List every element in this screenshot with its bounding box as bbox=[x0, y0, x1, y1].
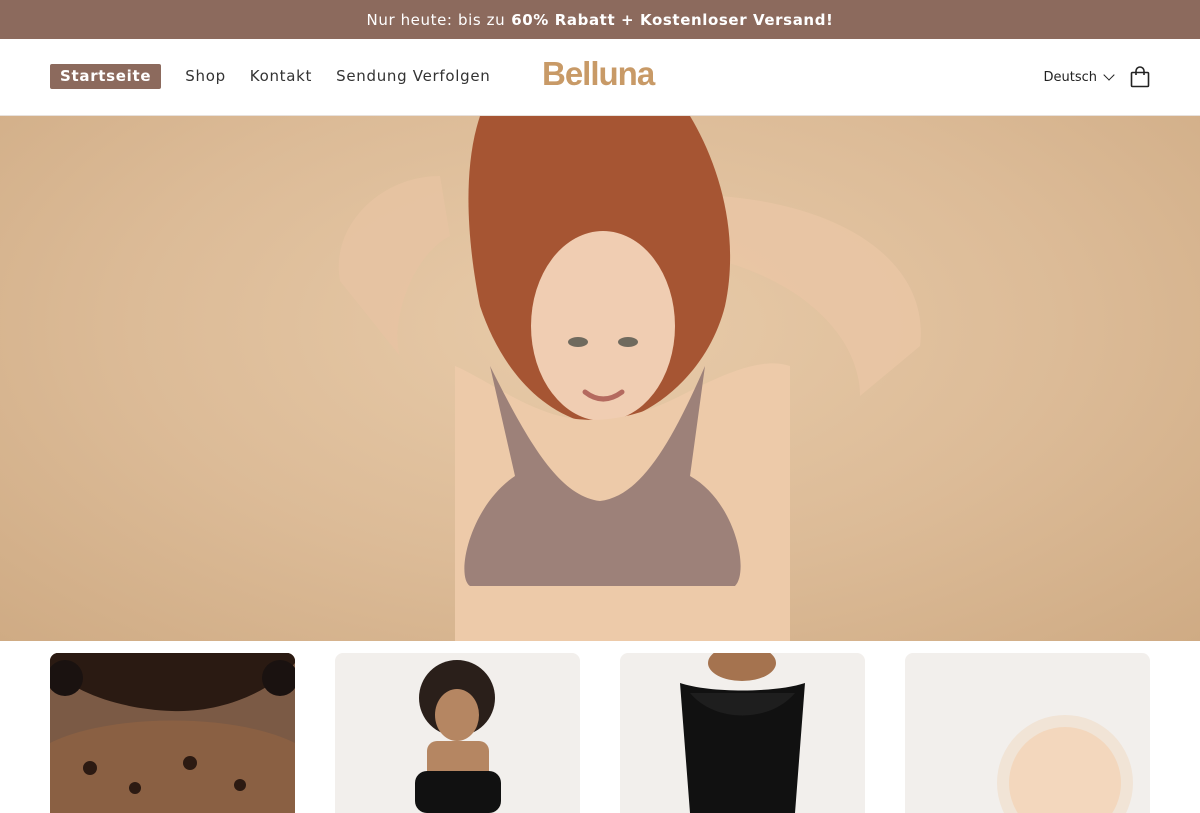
main-navigation: Startseite Shop Kontakt Sendung Verfolge… bbox=[50, 64, 514, 89]
product-cards bbox=[50, 653, 1190, 813]
product-card-3[interactable] bbox=[620, 653, 865, 813]
chevron-down-icon bbox=[1103, 69, 1115, 81]
product-card-4[interactable] bbox=[905, 653, 1150, 813]
shopping-bag-icon[interactable] bbox=[1130, 66, 1150, 88]
eye-left bbox=[568, 337, 588, 347]
product-image-leopard-bra bbox=[50, 653, 295, 813]
language-label: Deutsch bbox=[1043, 70, 1097, 85]
hero-model-image bbox=[338, 116, 921, 641]
product-card-2[interactable] bbox=[335, 653, 580, 813]
raised-arm-left bbox=[338, 176, 450, 356]
product-image-black-bra bbox=[415, 660, 501, 813]
language-selector[interactable]: Deutsch bbox=[1043, 69, 1115, 85]
nav-item-contact[interactable]: Kontakt bbox=[250, 64, 312, 89]
product-card-1[interactable] bbox=[50, 653, 295, 813]
nav-item-shop[interactable]: Shop bbox=[185, 64, 226, 89]
hero-banner[interactable] bbox=[0, 116, 1200, 641]
product-image-black-shapewear bbox=[680, 653, 805, 813]
nav-item-track-order[interactable]: Sendung Verfolgen bbox=[336, 64, 490, 89]
raised-arm-right bbox=[700, 196, 921, 396]
face-shape bbox=[531, 231, 675, 421]
announcement-text: Nur heute: bis zu bbox=[366, 10, 506, 29]
brand-logo[interactable]: Belluna bbox=[542, 56, 655, 92]
eye-right bbox=[618, 337, 638, 347]
announcement-highlight: 60% Rabatt + Kostenloser Versand! bbox=[511, 10, 834, 29]
nav-item-home[interactable]: Startseite bbox=[50, 64, 162, 89]
announcement-bar: Nur heute: bis zu 60% Rabatt + Kostenlos… bbox=[0, 0, 1200, 39]
product-image-nude-cover bbox=[997, 715, 1133, 813]
